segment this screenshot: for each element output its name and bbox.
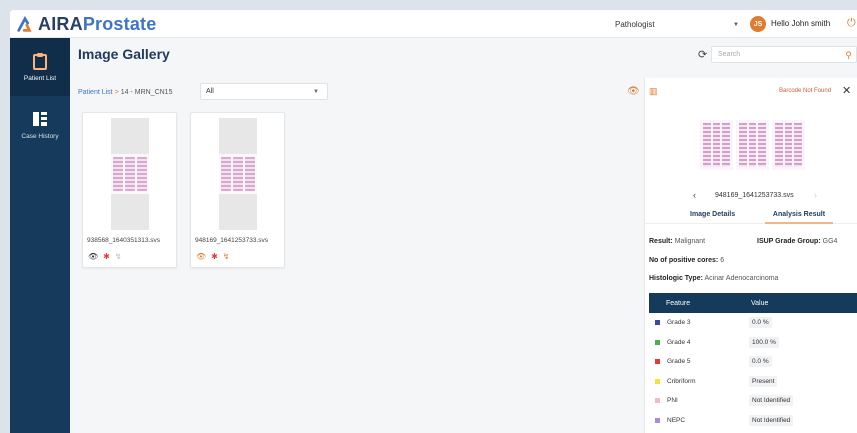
thumbnail-tissue: [111, 154, 149, 194]
feature-swatch: [655, 359, 660, 365]
feature-value: 0.0 %: [749, 356, 772, 368]
feature-value: Present: [749, 375, 778, 387]
search-icon[interactable]: ⚲: [845, 50, 852, 61]
feature-name: Cribriform: [667, 377, 696, 385]
result-row: Result: Malignant: [649, 238, 706, 245]
chevron-down-icon: ▼: [313, 89, 319, 95]
card-actions: 👁 ✱ ↯: [196, 252, 230, 261]
card-file-name: 938568_1640351313.svs: [87, 237, 161, 244]
feature-name: Grade 3: [667, 319, 691, 327]
thumbnail-blank-area: [111, 194, 149, 230]
slide-preview[interactable]: [700, 120, 806, 170]
table-row: PNI Not Identified: [649, 391, 857, 411]
feature-name: Grade 5: [667, 358, 691, 366]
slide-thumbnail[interactable]: [111, 118, 149, 230]
search-input[interactable]: Search ⚲: [711, 46, 857, 63]
table-row: NEPC Not Identified: [649, 411, 857, 431]
histologic-type-row: Histologic Type: Acinar Adenocarcinoma: [649, 275, 779, 282]
search-placeholder: Search: [718, 51, 741, 58]
panel-tabs: Image Details Analysis Result: [645, 208, 857, 224]
breadcrumb: Patient List >14 - MRN_CN15: [78, 89, 172, 96]
thumbnail-tissue: [219, 154, 257, 194]
sidebar-item-patient-list[interactable]: Patient List: [10, 38, 70, 96]
feature-swatch: [655, 320, 660, 326]
tab-analysis-result[interactable]: Analysis Result: [765, 211, 833, 224]
avatar[interactable]: JS: [750, 16, 766, 32]
feature-swatch: [655, 378, 660, 384]
power-icon[interactable]: ⏻: [847, 17, 856, 30]
breadcrumb-current: 14 - MRN_CN15: [120, 89, 173, 96]
view-toggle-icon[interactable]: 👁: [627, 86, 640, 97]
sidebar-item-case-history[interactable]: Case History: [10, 96, 70, 154]
chevron-left-icon[interactable]: ‹: [693, 190, 696, 200]
bug-icon[interactable]: ✱: [211, 252, 218, 261]
close-icon[interactable]: ✕: [842, 84, 851, 97]
table-row: Cribriform Present: [649, 372, 857, 392]
feature-swatch: [655, 339, 660, 345]
feature-value: Not Identified: [749, 395, 794, 407]
main-content: Image Gallery ⟳ Search ⚲ Patient List >14…: [70, 38, 857, 433]
sidebar-item-label: Patient List: [23, 75, 57, 82]
eye-icon[interactable]: 👁: [88, 252, 98, 261]
sidebar: Patient List Case History: [10, 38, 70, 433]
chevron-down-icon: ▼: [733, 21, 739, 28]
gallery-card[interactable]: 938568_1640351313.svs 👁 ✱ ↯: [82, 112, 177, 268]
thumbnail-blank-area: [219, 194, 257, 230]
feature-name: PNI: [667, 397, 678, 405]
bug-icon[interactable]: ✱: [103, 252, 110, 261]
barcode-icon: ▥: [649, 86, 658, 96]
feature-value: 100.0 %: [749, 336, 779, 348]
barcode-status: Barcode Not Found: [779, 88, 832, 94]
table-row: Grade 3 0.0 %: [649, 313, 857, 333]
breadcrumb-separator: >: [114, 89, 119, 96]
role-select[interactable]: Pathologist ▼: [615, 17, 743, 32]
history-icon: [33, 112, 47, 126]
workflow-icon[interactable]: ↯: [115, 252, 122, 261]
user-greeting: Hello John smith: [771, 19, 831, 28]
aira-logo-icon: [17, 15, 32, 32]
app-window: AIRAProstate Pathologist ▼ JS Hello John…: [10, 10, 857, 433]
feature-swatch: [655, 417, 660, 423]
thumbnail-label-area: [219, 118, 257, 154]
card-file-name: 948169_1641253733.svs: [195, 237, 269, 244]
filter-value: All: [206, 88, 214, 95]
workflow-icon[interactable]: ↯: [223, 252, 230, 261]
card-actions: 👁 ✱ ↯: [88, 252, 122, 261]
sidebar-item-label: Case History: [21, 133, 59, 140]
gallery-card[interactable]: 948169_1641253733.svs 👁 ✱ ↯: [190, 112, 285, 268]
chevron-right-icon[interactable]: ›: [814, 190, 817, 200]
brand-name: AIRAProstate: [38, 14, 157, 34]
column-header: Value: [751, 299, 769, 307]
clipboard-icon: [33, 53, 47, 70]
table-row: Grade 5 0.0 %: [649, 352, 857, 372]
eye-icon[interactable]: 👁: [196, 252, 206, 261]
thumbnail-label-area: [111, 118, 149, 154]
brand-logo[interactable]: AIRAProstate: [16, 14, 156, 35]
page-title: Image Gallery: [78, 46, 170, 62]
feature-swatch: [655, 398, 660, 404]
analysis-panel: ▥ Barcode Not Found ✕ ‹ 948169_164125373…: [644, 78, 857, 433]
feature-value: 0.0 %: [749, 317, 772, 329]
breadcrumb-root[interactable]: Patient List: [78, 89, 113, 96]
panel-file-name: 948169_1641253733.svs: [715, 192, 794, 199]
feature-value: Not Identified: [749, 414, 794, 426]
feature-name: NEPC: [667, 416, 686, 424]
column-header: Feature: [666, 299, 691, 307]
feature-name: Grade 4: [667, 338, 691, 346]
slide-thumbnail[interactable]: [219, 118, 257, 230]
tab-image-details[interactable]: Image Details: [690, 211, 735, 222]
isup-row: ISUP Grade Group: GG4: [757, 238, 838, 245]
table-row: Grade 4 100.0 %: [649, 333, 857, 353]
feature-table-header: Feature Value: [649, 293, 857, 313]
filter-select[interactable]: All ▼: [200, 83, 328, 100]
role-value: Pathologist: [615, 20, 655, 29]
top-bar: AIRAProstate Pathologist ▼ JS Hello John…: [10, 10, 857, 38]
feature-table: Feature Value Grade 3 0.0 % Grade 4 100.…: [649, 293, 857, 430]
refresh-icon[interactable]: ⟳: [698, 48, 707, 61]
slide-navigator: ‹ 948169_1641253733.svs ›: [645, 190, 857, 202]
positive-cores-row: No of positive cores: 6: [649, 257, 725, 264]
